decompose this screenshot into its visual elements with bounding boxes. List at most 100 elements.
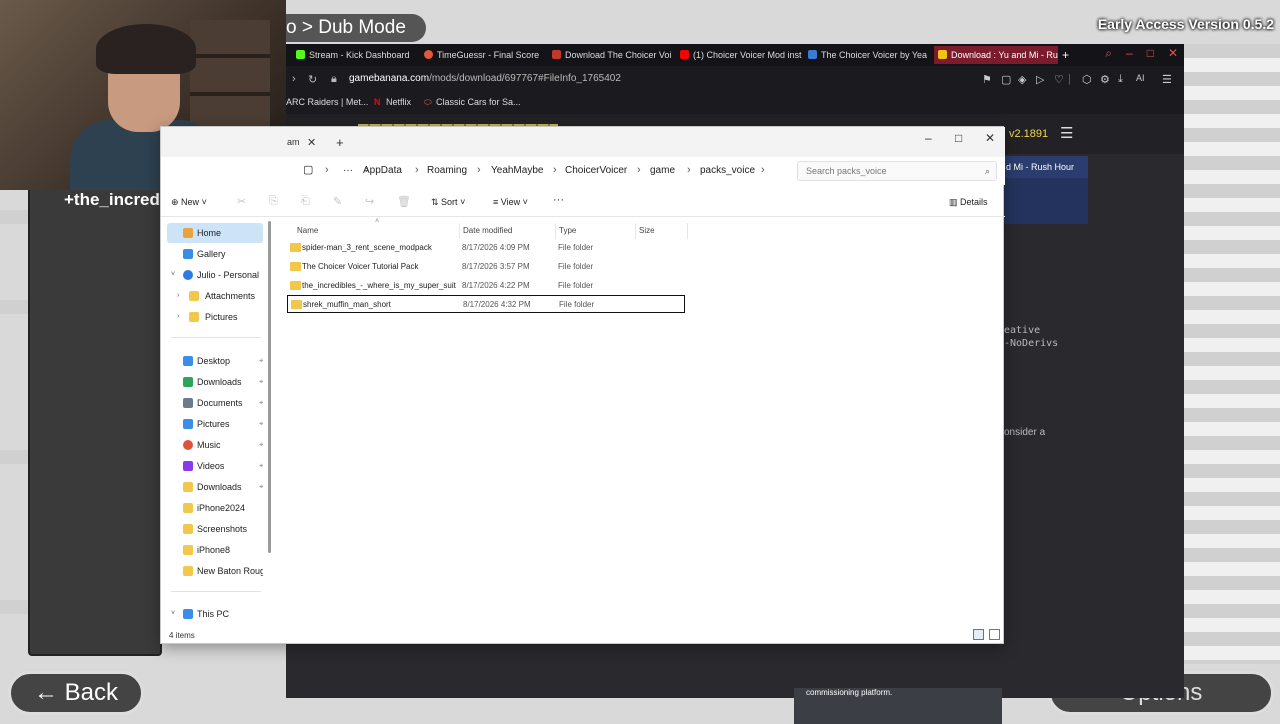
nav-item-downloads[interactable]: Downloads ⌖	[167, 372, 263, 392]
more-crumbs-icon[interactable]: ···	[343, 165, 353, 176]
bookmark-item[interactable]: N Netflix	[374, 97, 411, 107]
nav-scrollbar[interactable]	[268, 221, 271, 553]
share-icon[interactable]: ↪	[365, 195, 374, 208]
pin-icon[interactable]: ⌖	[259, 477, 263, 497]
nav-item-pictures-cloud[interactable]: › Pictures	[167, 307, 263, 327]
display-icon[interactable]: ▢	[303, 163, 313, 176]
url-text[interactable]: gamebanana.com/mods/download/697767#File…	[349, 73, 621, 84]
nav-item-screenshots[interactable]: Screenshots	[167, 519, 263, 539]
browser-tab[interactable]: (1) Choicer Voicer Mod inst	[680, 46, 804, 64]
nav-item-desktop[interactable]: Desktop ⌖	[167, 351, 263, 371]
chevron-down-icon[interactable]: ˅	[171, 265, 175, 285]
new-button[interactable]: ⊕ New ˅	[171, 197, 207, 208]
heart-icon[interactable]: ♡	[1054, 73, 1064, 86]
browser-tab-active[interactable]: Download : Yu and Mi - Ru	[934, 46, 1058, 64]
breadcrumb-item[interactable]: ChoicerVoicer	[565, 165, 627, 176]
column-divider[interactable]	[635, 223, 636, 239]
browser-tab[interactable]: Stream - Kick Dashboard	[296, 46, 420, 64]
nav-item-new-baton-rouge[interactable]: New Baton Rouge I	[167, 561, 263, 581]
site-menu-icon[interactable]: ☰	[1060, 124, 1073, 142]
browser-tab[interactable]: Download The Choicer Voi	[552, 46, 676, 64]
bookmark-item[interactable]: ⬭ Classic Cars for Sa...	[424, 97, 521, 107]
rename-icon[interactable]: ✎	[333, 195, 342, 208]
nav-item-onedrive[interactable]: ˅ Julio - Personal	[167, 265, 263, 285]
file-row[interactable]: the_incredibles_-_where_is_my_super_suit…	[287, 277, 685, 295]
breadcrumb-item[interactable]: YeahMaybe	[491, 165, 543, 176]
file-row-selected[interactable]: shrek_muffin_man_short 8/17/2026 4:32 PM F…	[287, 295, 685, 313]
more-options-button[interactable]: ···	[553, 194, 564, 206]
cut-icon[interactable]: ✂	[237, 195, 246, 208]
new-tab-icon[interactable]: +	[336, 135, 344, 150]
forward-icon[interactable]: ›	[292, 73, 302, 85]
column-name[interactable]: Name	[297, 226, 318, 235]
nav-item-this-pc[interactable]: ˅ This PC	[167, 604, 263, 624]
nav-item-attachments[interactable]: › Attachments	[167, 286, 263, 306]
nav-item-iphone2024[interactable]: iPhone2024	[167, 498, 263, 518]
pin-icon[interactable]: ⌖	[259, 414, 263, 434]
explorer-toolbar: ⊕ New ˅ ✂ ⎘ ⎗ ✎ ↪ 🗑︎ ⇅ Sort ˅ ≡ View ˅ ·…	[161, 189, 1005, 217]
pin-icon[interactable]: ⌖	[259, 393, 263, 413]
close-button[interactable]: ✕	[985, 131, 995, 145]
bookmark-item[interactable]: ARC Raiders | Met...	[286, 97, 368, 107]
nav-item-iphone8[interactable]: iPhone8	[167, 540, 263, 560]
file-row[interactable]: spider-man_3_rent_scene_modpack 8/17/2026…	[287, 239, 685, 257]
view-button[interactable]: ≡ View ˅	[493, 197, 528, 207]
details-button[interactable]: ▥ Details	[949, 197, 988, 208]
ai-button[interactable]: AI	[1136, 73, 1146, 83]
sort-button[interactable]: ⇅ Sort ˅	[431, 197, 465, 208]
nav-item-downloads-folder[interactable]: Downloads ⌖	[167, 477, 263, 497]
column-divider[interactable]	[687, 223, 688, 239]
tiles-view-icon[interactable]	[989, 629, 1000, 640]
address-bar[interactable]: › ↻ 🔒︎ gamebanana.com/mods/download/6977…	[286, 68, 1184, 92]
chevron-right-icon[interactable]: ›	[177, 286, 179, 306]
new-tab-button[interactable]: +	[1062, 46, 1076, 64]
snapshot-icon[interactable]: ▢	[1001, 73, 1011, 86]
back-button[interactable]: ← Back	[8, 671, 144, 715]
nav-item-pictures[interactable]: Pictures ⌖	[167, 414, 263, 434]
column-size[interactable]: Size	[639, 226, 655, 235]
play-icon[interactable]: ▷	[1036, 73, 1046, 86]
nav-item-gallery[interactable]: Gallery	[167, 244, 263, 264]
nav-item-home[interactable]: Home	[167, 223, 263, 243]
column-divider[interactable]	[555, 223, 556, 239]
delete-icon[interactable]: 🗑︎	[397, 195, 411, 208]
explorer-tab-label[interactable]: am	[287, 137, 300, 147]
chevron-right-icon[interactable]: ›	[177, 307, 179, 327]
chevron-down-icon[interactable]: ˅	[171, 604, 175, 624]
file-row[interactable]: The Choicer Voicer Tutorial Pack 8/17/202…	[287, 258, 685, 276]
copy-icon[interactable]: ⎘	[269, 195, 278, 208]
column-date-modified[interactable]: Date modified	[463, 226, 512, 235]
breadcrumb-item[interactable]: Roaming	[427, 165, 467, 176]
maximize-button[interactable]: □	[1147, 46, 1154, 60]
pin-icon[interactable]: ⌖	[259, 456, 263, 476]
bookmark-icon[interactable]: ⚑	[982, 73, 992, 86]
details-view-icon[interactable]	[973, 629, 984, 640]
pin-icon[interactable]: ⌖	[259, 435, 263, 455]
breadcrumb-item[interactable]: AppData	[363, 165, 402, 176]
close-tab-icon[interactable]: ✕	[307, 136, 316, 149]
nav-item-videos[interactable]: Videos ⌖	[167, 456, 263, 476]
search-input[interactable]: Search packs_voice ⌕	[797, 161, 997, 181]
extensions-icon[interactable]: ⬡	[1082, 73, 1092, 86]
menu-icon[interactable]: ☰	[1162, 73, 1172, 86]
pin-icon[interactable]: ⌖	[259, 351, 263, 371]
pin-icon[interactable]: ⌖	[259, 372, 263, 392]
maximize-button[interactable]: □	[955, 131, 962, 145]
browser-tab[interactable]: The Choicer Voicer by Yea	[808, 46, 932, 64]
shield-icon[interactable]: ◈	[1018, 73, 1028, 86]
nav-item-music[interactable]: Music ⌖	[167, 435, 263, 455]
column-type[interactable]: Type	[559, 226, 576, 235]
minimize-button[interactable]: –	[1126, 46, 1133, 60]
wallet-icon[interactable]: ⚙	[1100, 73, 1110, 86]
search-icon[interactable]: ⌕	[1105, 46, 1112, 60]
minimize-button[interactable]: –	[925, 131, 932, 145]
reload-icon[interactable]: ↻	[308, 73, 318, 86]
breadcrumb-item-current[interactable]: packs_voice	[700, 165, 755, 176]
browser-tab[interactable]: TimeGuessr - Final Score	[424, 46, 548, 64]
close-button[interactable]: ✕	[1168, 46, 1178, 60]
column-divider[interactable]	[459, 223, 460, 239]
paste-icon[interactable]: ⎗	[301, 195, 310, 208]
downloads-icon[interactable]: ⤓	[1118, 73, 1128, 85]
nav-item-documents[interactable]: Documents ⌖	[167, 393, 263, 413]
breadcrumb-item[interactable]: game	[650, 165, 675, 176]
